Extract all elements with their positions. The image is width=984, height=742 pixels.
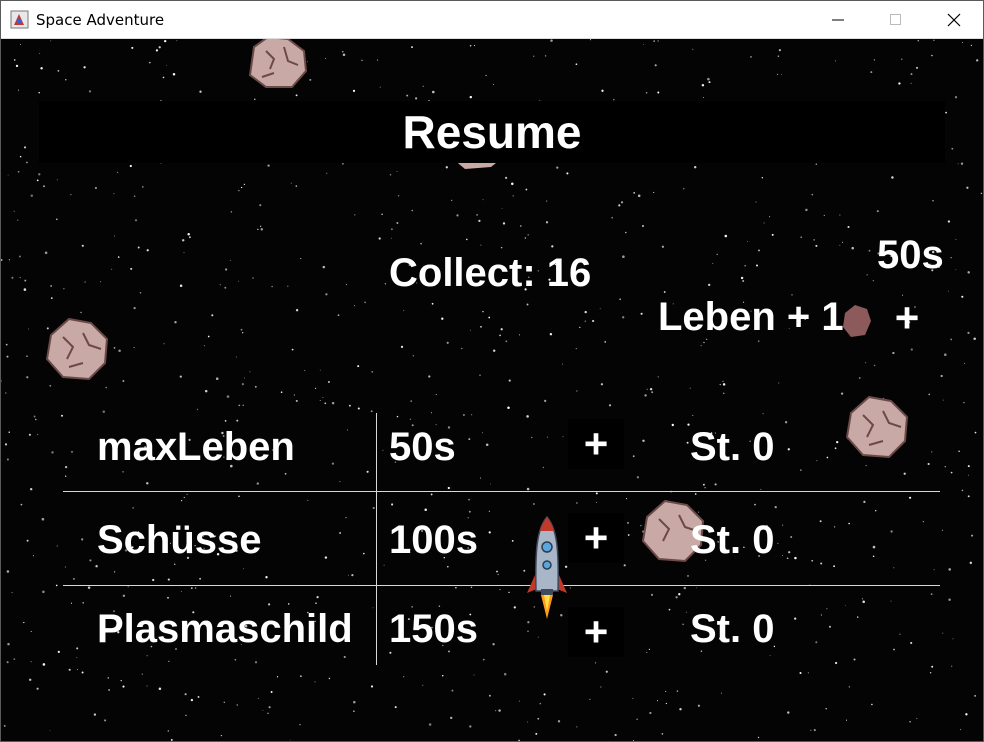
app-window: Space Adventure Resume Collect: 16 50s L… xyxy=(0,0,984,742)
upgrade-level: St. 0 xyxy=(690,518,775,562)
collect-counter: Collect: 16 xyxy=(389,251,592,295)
table-column-divider xyxy=(376,413,377,665)
table-divider xyxy=(63,585,940,586)
resume-button[interactable]: Resume xyxy=(1,101,983,163)
title-bar: Space Adventure xyxy=(1,1,983,39)
window-title: Space Adventure xyxy=(36,11,165,29)
table-divider xyxy=(63,491,940,492)
asteroid-icon xyxy=(845,395,909,459)
upgrade-cost: 150s xyxy=(389,607,478,651)
upgrade-cost: 100s xyxy=(389,518,478,562)
asteroid-icon xyxy=(843,305,871,337)
asteroid-icon xyxy=(45,317,109,381)
maximize-button[interactable] xyxy=(867,1,925,38)
close-button[interactable] xyxy=(925,1,983,38)
upgrade-plus-button-schuesse[interactable]: + xyxy=(568,513,624,563)
app-icon xyxy=(10,10,29,29)
upgrade-label-maxleben: maxLeben xyxy=(97,425,295,469)
upgrade-level: St. 0 xyxy=(690,425,775,469)
asteroid-icon xyxy=(248,39,308,88)
life-cost: 50s xyxy=(877,233,944,277)
game-canvas[interactable]: Resume Collect: 16 50s Leben + 1 + maxLe… xyxy=(1,39,983,741)
upgrade-plus-button-maxleben[interactable]: + xyxy=(568,419,624,469)
rocket-icon xyxy=(527,515,567,619)
upgrade-level: St. 0 xyxy=(690,607,775,651)
life-upgrade-label: Leben + 1 xyxy=(658,295,844,339)
upgrade-label-plasmaschild: Plasmaschild xyxy=(97,607,353,651)
minimize-button[interactable] xyxy=(809,1,867,38)
close-icon xyxy=(947,13,961,27)
life-plus-button[interactable]: + xyxy=(879,293,935,343)
upgrade-label-schuesse: Schüsse xyxy=(97,518,262,562)
upgrade-cost: 50s xyxy=(389,425,456,469)
upgrade-plus-button-plasmaschild[interactable]: + xyxy=(568,607,624,657)
maximize-icon xyxy=(890,14,901,25)
minimize-icon xyxy=(832,19,844,21)
